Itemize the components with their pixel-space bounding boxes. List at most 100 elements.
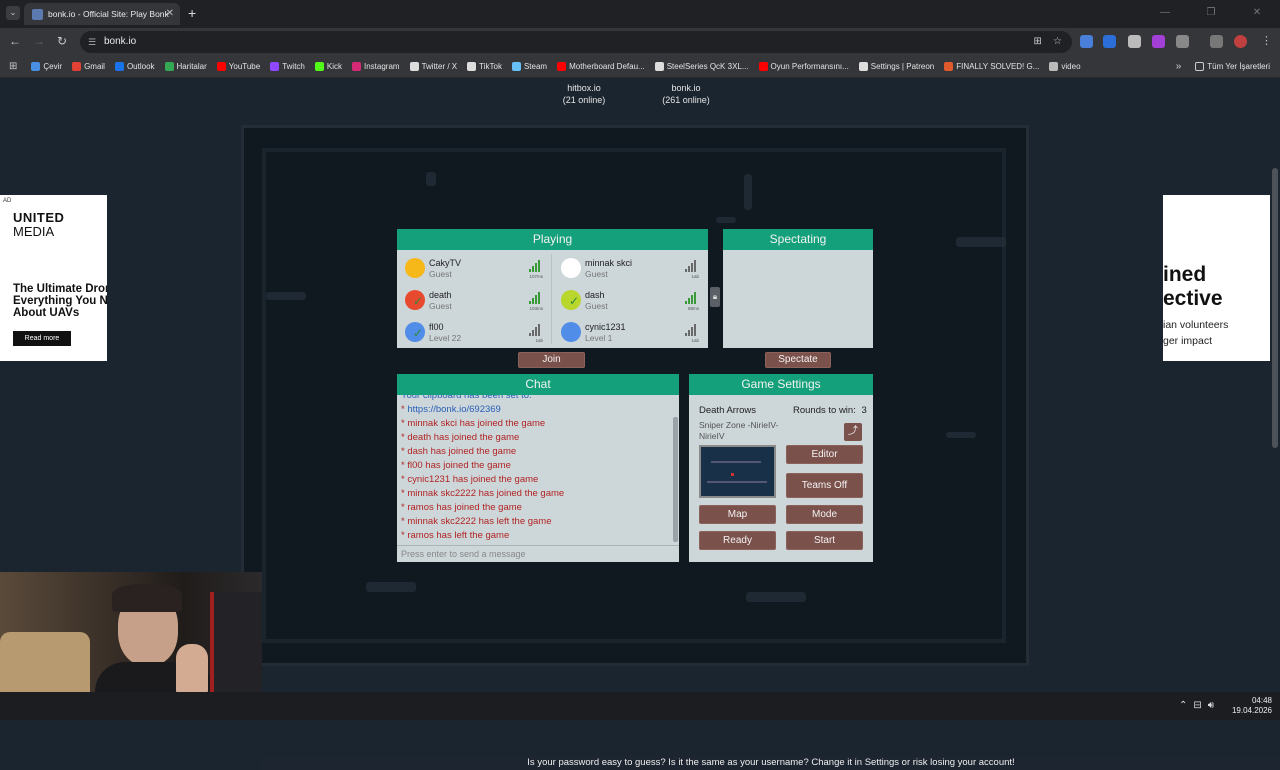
clock-time: 04:48 [1251,696,1272,705]
bookmark-item[interactable]: Twitter / X [409,62,457,71]
translate-icon[interactable]: ⊞ [1034,36,1042,47]
start-button[interactable]: Start [786,531,863,550]
right-advertisement[interactable]: ined ective ian volunteers ger impact [1163,195,1270,361]
more-bookmarks-icon[interactable]: » [1176,61,1182,72]
bookmark-favicon-icon [1049,62,1059,71]
player-entry[interactable]: ✓ fl00 Level 22 1ab [399,317,549,347]
tray-icons[interactable]: ⌃⊟🔊︎ [1179,700,1220,711]
player-ping: 1ab [691,274,699,279]
close-tab-icon[interactable]: ✕ [166,8,174,19]
lock-icon[interactable]: 🔒︎ [710,287,720,307]
close-window-icon[interactable]: ✕ [1234,0,1280,28]
player-avatar: ✓ [405,290,425,310]
menu-kebab-icon[interactable]: ⋮ [1261,34,1272,47]
profile-avatar-icon[interactable] [1234,35,1247,48]
bookmark-item[interactable]: Oyun Performansını... [758,62,849,71]
bookmark-list: Çevir Gmail Outlook Haritalar YouTube Twitch K… [31,62,1090,71]
chat-message-text: fl00 has joined the game [407,460,511,471]
site-info-icon[interactable]: ☰ [88,31,96,53]
media-icon[interactable] [1210,35,1223,48]
forward-icon[interactable]: → [33,34,45,48]
join-button[interactable]: Join [518,352,585,368]
chat-message: * dash has joined the game [401,445,669,459]
bookmark-item[interactable]: Motherboard Defau... [557,62,645,71]
reload-icon[interactable]: ↻ [57,34,67,48]
map-preview[interactable] [699,445,776,498]
os-taskbar: ⌃⊟🔊︎ 04:48 19.04.2026 [0,692,1280,720]
player-entry[interactable]: minnak skci Guest 1ab [555,253,705,283]
chat-message-text: minnak skci has joined the game [407,418,546,429]
extension-icon[interactable] [1103,35,1116,48]
player-name: fl00 [429,322,444,332]
bookmark-label: video [1061,62,1081,71]
chat-scrollbar[interactable] [673,417,678,542]
bookmark-item[interactable]: Gmail [72,62,105,71]
rounds-to-win[interactable]: Rounds to win: 3 [793,405,867,416]
address-bar[interactable]: ☰ bonk.io ⊞ ☆ [80,31,1072,53]
server-name: bonk.io [671,83,701,93]
bookmark-item[interactable]: video [1049,62,1081,71]
bookmark-item[interactable]: Twitch [270,62,305,71]
extension-icon[interactable] [1080,35,1093,48]
bookmark-favicon-icon [944,62,954,71]
bookmark-item[interactable]: Instagram [352,62,400,71]
server-bonk[interactable]: bonk.io (261 online) [660,82,712,106]
bookmark-item[interactable]: Steam [511,62,548,71]
bookmark-item[interactable]: Haritalar [164,62,207,71]
mode-button[interactable]: Mode [786,505,863,524]
back-icon[interactable]: ← [9,34,21,48]
player-entry[interactable]: ✓ death Guest 103ms [399,285,549,315]
apps-grid-icon[interactable]: ⊞ [9,61,17,72]
bookmark-item[interactable]: Settings | Patreon [858,62,934,71]
left-advertisement[interactable]: AD UNITED MEDIA The Ultimate Drone Every… [0,195,107,361]
ready-button[interactable]: Ready [699,531,776,550]
chat-input[interactable]: Press enter to send a message [401,547,671,561]
editor-button[interactable]: Editor [786,445,863,464]
bookmark-item[interactable]: FINALLY SOLVED! G... [944,62,1039,71]
bookmark-item[interactable]: Kick [314,62,342,71]
bookmark-favicon-icon [758,62,768,71]
ad-read-more-button[interactable]: Read more [13,331,71,346]
rounds-label: Rounds to win: [793,405,856,416]
player-level: Level 1 [585,333,613,343]
chat-link[interactable]: * https://bonk.io/692369 [401,403,669,417]
extension-icon[interactable] [1152,35,1165,48]
server-hitbox[interactable]: hitbox.io (21 online) [560,82,608,106]
player-entry[interactable]: ✓ dash Guest 88ms [555,285,705,315]
browser-tab[interactable]: bonk.io - Official Site: Play Bonk ✕ [24,3,180,25]
bookmark-item[interactable]: TikTok [467,62,502,71]
background-shape [744,174,752,210]
server-online-count: (261 online) [662,95,710,105]
player-entry[interactable]: cynic1231 Level 1 1ab [555,317,705,347]
bookmark-item[interactable]: Outlook [114,62,155,71]
map-name: Sniper Zone -NirieIV- [699,420,779,430]
bookmark-star-icon[interactable]: ☆ [1053,36,1062,47]
bookmark-label: Steam [523,62,548,71]
minimize-icon[interactable]: — [1142,0,1188,28]
player-level: Guest [585,269,608,279]
all-bookmarks-folder[interactable]: Tüm Yer İşaretleri [1195,62,1270,71]
bookmark-item[interactable]: SteelSeries QcK 3XL... [654,62,749,71]
player-ping: 107ms [529,274,543,279]
clock[interactable]: 04:48 19.04.2026 [1232,696,1272,716]
bookmark-item[interactable]: YouTube [216,62,260,71]
map-button[interactable]: Map [699,505,776,524]
player-entry[interactable]: CakyTV Guest 107ms [399,253,549,283]
page-scrollbar[interactable] [1272,168,1278,448]
browser-toolbar: ← → ↻ ☰ bonk.io ⊞ ☆ ⋮ [0,28,1280,56]
bookmark-label: Twitch [282,62,305,71]
bookmark-item[interactable]: Çevir [31,62,62,71]
teams-button[interactable]: Teams Off [786,473,863,498]
tab-list-icon[interactable]: ⌄ [6,6,20,20]
spectate-button[interactable]: Spectate [765,352,831,368]
share-icon[interactable]: ⤴ [844,423,862,441]
webcam-person-hair [112,584,182,612]
new-tab-icon[interactable]: + [188,5,196,21]
player-ping: 1ab [535,338,543,343]
maximize-icon[interactable]: ❐ [1188,0,1234,28]
chat-message-text: dash has joined the game [407,446,517,457]
chat-message-text: Your clipboard has been set to: [401,395,532,401]
bookmark-favicon-icon [352,62,361,71]
extensions-puzzle-icon[interactable] [1176,35,1189,48]
extension-icon[interactable] [1128,35,1141,48]
